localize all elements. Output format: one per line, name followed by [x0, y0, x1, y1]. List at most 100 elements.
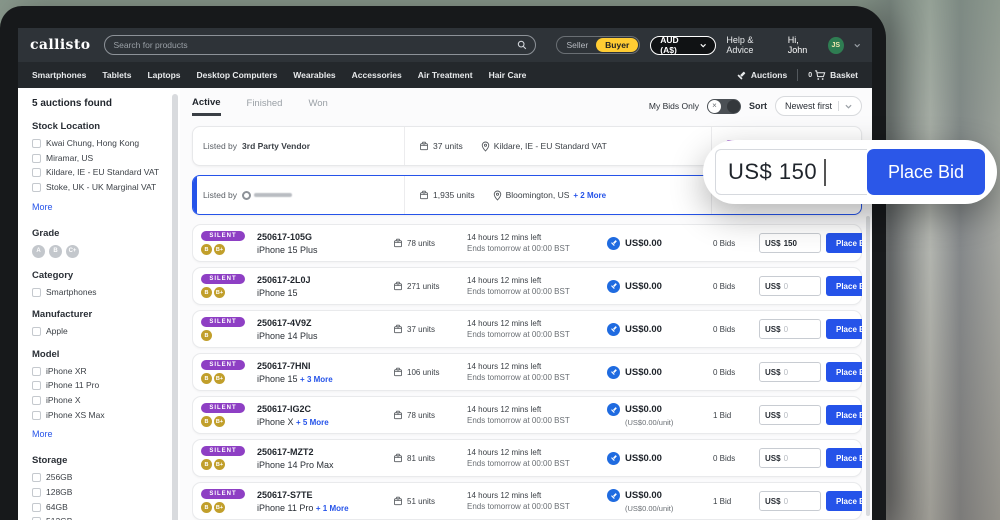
package-icon: [420, 141, 428, 151]
filter-option[interactable]: 128GB: [32, 487, 162, 498]
filter-option[interactable]: Stoke, UK - UK Marginal VAT: [32, 182, 162, 193]
auctions-link[interactable]: Auctions: [736, 70, 787, 81]
gavel-icon: [610, 326, 617, 332]
location-more-link[interactable]: + 2 More: [573, 191, 606, 200]
place-bid-button[interactable]: Place Bid: [826, 491, 862, 511]
grade-option[interactable]: A: [32, 244, 45, 258]
bid-amount-input-zoomed[interactable]: US$ 150: [715, 149, 867, 195]
filter-option[interactable]: Kwai Chung, Hong Kong: [32, 138, 162, 149]
auction-row[interactable]: SILENT B B+ 250617-105G iPhone 15 Plus 78…: [192, 224, 862, 262]
seller-buyer-toggle[interactable]: Seller Buyer: [556, 36, 641, 54]
search-bar[interactable]: [104, 35, 537, 55]
checkbox[interactable]: [32, 153, 41, 163]
auction-row[interactable]: SILENT B B+ 250617-IG2C iPhone X + 5 More…: [192, 396, 862, 434]
gavel-icon: [610, 369, 617, 375]
bid-amount-input[interactable]: US$ 0: [759, 448, 821, 468]
checkbox[interactable]: [32, 139, 41, 148]
package-icon: [394, 496, 402, 506]
filter-option[interactable]: 64GB: [32, 502, 162, 513]
checkbox[interactable]: [32, 366, 41, 376]
chevron-down-icon[interactable]: [853, 43, 860, 48]
place-bid-button[interactable]: Place Bid: [826, 405, 862, 425]
more-link[interactable]: More: [32, 429, 53, 439]
grade-option[interactable]: C+: [66, 244, 79, 258]
place-bid-button-zoomed[interactable]: Place Bid: [867, 149, 985, 195]
buyer-option[interactable]: Buyer: [596, 38, 639, 52]
vendor-name: 3rd Party Vendor: [242, 141, 311, 151]
sidebar-scrollbar[interactable]: [172, 94, 178, 520]
filter-option[interactable]: iPhone XR: [32, 366, 162, 377]
place-bid-button[interactable]: Place Bid: [826, 319, 862, 339]
checkbox[interactable]: [32, 396, 41, 405]
filter-option[interactable]: Smartphones: [32, 287, 162, 298]
nav-item[interactable]: Wearables: [293, 70, 335, 80]
place-bid-button[interactable]: Place Bid: [826, 448, 862, 468]
checkbox[interactable]: [32, 502, 41, 512]
auction-row[interactable]: SILENT B B+ 250617-2L0J iPhone 15 271 uni…: [192, 267, 862, 305]
filter-option[interactable]: Miramar, US: [32, 153, 162, 164]
place-bid-button[interactable]: Place Bid: [826, 362, 862, 382]
filter-option[interactable]: Apple: [32, 326, 162, 337]
checkbox[interactable]: [32, 410, 41, 420]
auction-row[interactable]: SILENT B B+ 250617-MZT2 iPhone 14 Pro Max…: [192, 439, 862, 477]
filter-option[interactable]: 512GB: [32, 516, 162, 520]
tab-active[interactable]: Active: [192, 97, 221, 116]
nav-item[interactable]: Air Treatment: [418, 70, 473, 80]
package-icon: [394, 324, 402, 334]
more-link[interactable]: More: [32, 202, 53, 212]
filter-option[interactable]: iPhone X: [32, 395, 162, 406]
list-scrollbar[interactable]: [866, 216, 870, 516]
bid-amount-input[interactable]: US$ 0: [759, 276, 821, 296]
nav-item[interactable]: Tablets: [102, 70, 131, 80]
grade-option[interactable]: B: [49, 244, 62, 258]
time-left-cell: 14 hours 12 mins left Ends tomorrow at 0…: [467, 275, 607, 297]
auction-row[interactable]: SILENT B B+ 250617-S7TE iPhone 11 Pro + 1…: [192, 482, 862, 520]
nav-item[interactable]: Accessories: [352, 70, 402, 80]
tab-won[interactable]: Won: [308, 98, 327, 114]
units-cell: 37 units: [419, 141, 463, 151]
checkbox[interactable]: [32, 473, 41, 483]
category-nav: Smartphones Tablets Laptops Desktop Compute…: [18, 62, 872, 88]
sort-dropdown[interactable]: Newest first: [774, 96, 862, 116]
currency-selector[interactable]: AUD (A$): [650, 35, 717, 55]
filter-option[interactable]: iPhone XS Max: [32, 410, 162, 421]
auction-row[interactable]: SILENT B B+ 250617-7HNI iPhone 15 + 3 Mor…: [192, 353, 862, 391]
checkbox[interactable]: [32, 182, 41, 192]
bid-amount-input[interactable]: US$ 0: [759, 405, 821, 425]
place-bid-button[interactable]: Place Bid: [826, 233, 862, 253]
auction-id: 250617-MZT2: [257, 446, 314, 457]
seller-option[interactable]: Seller: [558, 40, 596, 50]
my-bids-only-toggle[interactable]: ×: [706, 98, 741, 114]
more-models-link[interactable]: + 3 More: [300, 375, 333, 384]
more-models-link[interactable]: + 5 More: [296, 418, 329, 427]
help-link[interactable]: Help & Advice: [726, 35, 777, 55]
bid-count: 0 Bids: [713, 324, 736, 334]
tab-finished[interactable]: Finished: [247, 98, 283, 114]
checkbox[interactable]: [32, 381, 41, 391]
more-models-link[interactable]: + 1 More: [316, 504, 349, 513]
bid-amount-input[interactable]: US$ 0: [759, 362, 821, 382]
bid-amount-input[interactable]: US$ 0: [759, 319, 821, 339]
ends-at: Ends tomorrow at 00:00 BST: [467, 287, 570, 296]
bid-amount-input[interactable]: US$ 150: [759, 233, 821, 253]
filter-option[interactable]: Kildare, IE - EU Standard VAT: [32, 167, 162, 178]
nav-item[interactable]: Smartphones: [32, 70, 86, 80]
bid-amount-input[interactable]: US$ 0: [759, 491, 821, 511]
brand-logo[interactable]: callisto: [30, 37, 90, 53]
laptop-frame: callisto Seller Buyer AUD (A$) Help & Ad…: [0, 6, 886, 520]
filter-option[interactable]: 256GB: [32, 472, 162, 483]
silent-badge: SILENT: [201, 403, 245, 413]
nav-item[interactable]: Desktop Computers: [197, 70, 278, 80]
basket-link[interactable]: 0 Basket: [808, 69, 858, 81]
checkbox[interactable]: [32, 168, 41, 178]
nav-item[interactable]: Laptops: [147, 70, 180, 80]
checkbox[interactable]: [32, 487, 41, 497]
place-bid-button[interactable]: Place Bid: [826, 276, 862, 296]
nav-item[interactable]: Hair Care: [489, 70, 527, 80]
filter-option[interactable]: iPhone 11 Pro: [32, 380, 162, 391]
search-input[interactable]: [113, 40, 512, 50]
avatar[interactable]: JS: [828, 36, 844, 54]
checkbox[interactable]: [32, 327, 41, 337]
auction-row[interactable]: SILENT B 250617-4V9Z iPhone 14 Plus 37 u…: [192, 310, 862, 348]
checkbox[interactable]: [32, 287, 41, 297]
